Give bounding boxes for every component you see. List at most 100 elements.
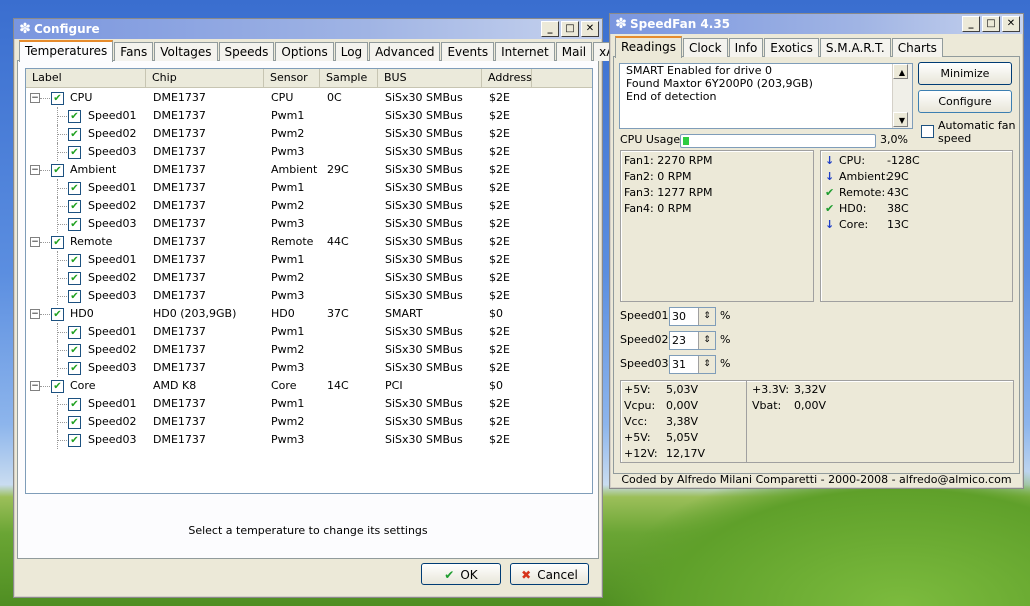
temperature-checkbox[interactable]: ✔ <box>51 380 64 393</box>
cell-bus: SiSx30 SMBus <box>385 235 463 248</box>
column-header-sample[interactable]: Sample <box>320 69 378 87</box>
collapse-icon[interactable]: − <box>30 309 40 319</box>
configure-titlebar[interactable]: ✽ Configure _ □ ✕ <box>14 19 602 39</box>
table-row[interactable]: ✔ Speed01 DME1737 Pwm1 SiSx30 SMBus $2E <box>26 323 592 341</box>
temperature-checkbox[interactable]: ✔ <box>51 308 64 321</box>
table-row[interactable]: ✔ Speed01 DME1737 Pwm1 SiSx30 SMBus $2E <box>26 107 592 125</box>
ok-button[interactable]: ✔ OK <box>421 563 501 585</box>
speed-checkbox[interactable]: ✔ <box>68 398 81 411</box>
tab-fans[interactable]: Fans <box>114 42 154 61</box>
speed-checkbox[interactable]: ✔ <box>68 416 81 429</box>
tab-s-m-a-r-t[interactable]: S.M.A.R.T. <box>819 38 891 57</box>
table-row[interactable]: ✔ Speed02 DME1737 Pwm2 SiSx30 SMBus $2E <box>26 269 592 287</box>
speed-stepper[interactable]: 30 ⇕ <box>669 307 716 326</box>
table-row[interactable]: − ✔ CPU DME1737 CPU 0C SiSx30 SMBus $2E <box>26 89 592 107</box>
collapse-icon[interactable]: − <box>30 93 40 103</box>
row-label: Speed02 <box>88 199 137 212</box>
fan-icon: ✽ <box>615 16 627 32</box>
tab-charts[interactable]: Charts <box>891 38 943 57</box>
cell-sensor: Ambient <box>271 163 318 176</box>
speed-checkbox[interactable]: ✔ <box>68 362 81 375</box>
tab-advanced[interactable]: Advanced <box>369 42 441 61</box>
table-row[interactable]: ✔ Speed03 DME1737 Pwm3 SiSx30 SMBus $2E <box>26 143 592 161</box>
speed-checkbox[interactable]: ✔ <box>68 110 81 123</box>
table-row[interactable]: ✔ Speed02 DME1737 Pwm2 SiSx30 SMBus $2E <box>26 413 592 431</box>
speed-checkbox[interactable]: ✔ <box>68 272 81 285</box>
speed-checkbox[interactable]: ✔ <box>68 434 81 447</box>
close-button[interactable]: ✕ <box>581 21 599 37</box>
table-row[interactable]: − ✔ Remote DME1737 Remote 44C SiSx30 SMBus $2E <box>26 233 592 251</box>
tab-internet[interactable]: Internet <box>495 42 555 61</box>
cell-chip: DME1737 <box>153 361 206 374</box>
tab-clock[interactable]: Clock <box>682 38 728 57</box>
collapse-icon[interactable]: − <box>30 381 40 391</box>
scroll-down-icon[interactable]: ▼ <box>893 112 908 127</box>
table-row[interactable]: ✔ Speed03 DME1737 Pwm3 SiSx30 SMBus $2E <box>26 287 592 305</box>
collapse-icon[interactable]: − <box>30 237 40 247</box>
spin-arrows-icon[interactable]: ⇕ <box>698 308 715 325</box>
event-log[interactable]: SMART Enabled for drive 0 Found Maxtor 6Y… <box>619 63 913 129</box>
table-row[interactable]: ✔ Speed01 DME1737 Pwm1 SiSx30 SMBus $2E <box>26 395 592 413</box>
temperature-checkbox[interactable]: ✔ <box>51 236 64 249</box>
speed-stepper[interactable]: 23 ⇕ <box>669 331 716 350</box>
voltage-label: +5V: <box>624 383 651 396</box>
tree-line <box>40 386 50 387</box>
speed-stepper[interactable]: 31 ⇕ <box>669 355 716 374</box>
spin-arrows-icon[interactable]: ⇕ <box>698 356 715 373</box>
speed-checkbox[interactable]: ✔ <box>68 326 81 339</box>
tab-speeds[interactable]: Speeds <box>218 42 275 61</box>
maximize-button[interactable]: □ <box>561 21 579 37</box>
scroll-up-icon[interactable]: ▲ <box>893 64 908 79</box>
speed-checkbox[interactable]: ✔ <box>68 200 81 213</box>
tab-temperatures[interactable]: Temperatures <box>19 40 114 62</box>
table-row[interactable]: ✔ Speed03 DME1737 Pwm3 SiSx30 SMBus $2E <box>26 215 592 233</box>
speed-checkbox[interactable]: ✔ <box>68 182 81 195</box>
table-row[interactable]: ✔ Speed01 DME1737 Pwm1 SiSx30 SMBus $2E <box>26 179 592 197</box>
temperature-checkbox[interactable]: ✔ <box>51 164 64 177</box>
speedfan-titlebar[interactable]: ✽ SpeedFan 4.35 _ □ ✕ <box>610 14 1023 34</box>
table-row[interactable]: ✔ Speed02 DME1737 Pwm2 SiSx30 SMBus $2E <box>26 197 592 215</box>
speed-checkbox[interactable]: ✔ <box>68 290 81 303</box>
minimize-app-button[interactable]: Minimize <box>918 62 1012 85</box>
configure-button[interactable]: Configure <box>918 90 1012 113</box>
spin-arrows-icon[interactable]: ⇕ <box>698 332 715 349</box>
column-header-sensor[interactable]: Sensor <box>264 69 320 87</box>
table-row[interactable]: − ✔ HD0 HD0 (203,9GB) HD0 37C SMART $0 <box>26 305 592 323</box>
tab-info[interactable]: Info <box>728 38 764 57</box>
speed-checkbox[interactable]: ✔ <box>68 218 81 231</box>
table-row[interactable]: ✔ Speed02 DME1737 Pwm2 SiSx30 SMBus $2E <box>26 341 592 359</box>
minimize-button[interactable]: _ <box>962 16 980 32</box>
table-row[interactable]: − ✔ Ambient DME1737 Ambient 29C SiSx30 SMBus $2… <box>26 161 592 179</box>
table-row[interactable]: ✔ Speed01 DME1737 Pwm1 SiSx30 SMBus $2E <box>26 251 592 269</box>
auto-fan-checkbox[interactable] <box>921 125 934 138</box>
tab-exotics[interactable]: Exotics <box>764 38 819 57</box>
minimize-button[interactable]: _ <box>541 21 559 37</box>
tab-options[interactable]: Options <box>275 42 334 61</box>
column-header-address[interactable]: Address <box>482 69 532 87</box>
table-row[interactable]: ✔ Speed03 DME1737 Pwm3 SiSx30 SMBus $2E <box>26 431 592 449</box>
table-row[interactable]: ✔ Speed02 DME1737 Pwm2 SiSx30 SMBus $2E <box>26 125 592 143</box>
column-header-label[interactable]: Label <box>26 69 146 87</box>
tab-log[interactable]: Log <box>334 42 369 61</box>
speed-checkbox[interactable]: ✔ <box>68 344 81 357</box>
log-scrollbar[interactable]: ▲ ▼ <box>892 64 912 128</box>
tab-readings[interactable]: Readings <box>615 36 682 58</box>
temperatures-tree[interactable]: Label Chip Sensor Sample BUS Address − ✔ CPU DME… <box>25 68 593 494</box>
cell-sample: 0C <box>327 91 342 104</box>
column-header-chip[interactable]: Chip <box>146 69 264 87</box>
table-row[interactable]: ✔ Speed03 DME1737 Pwm3 SiSx30 SMBus $2E <box>26 359 592 377</box>
tab-mail[interactable]: Mail <box>555 42 593 61</box>
speed-checkbox[interactable]: ✔ <box>68 254 81 267</box>
speed-checkbox[interactable]: ✔ <box>68 128 81 141</box>
temperature-checkbox[interactable]: ✔ <box>51 92 64 105</box>
column-header-bus[interactable]: BUS <box>378 69 482 87</box>
tab-voltages[interactable]: Voltages <box>154 42 218 61</box>
cancel-button[interactable]: ✖ Cancel <box>510 563 589 585</box>
tab-events[interactable]: Events <box>441 42 495 61</box>
speed-checkbox[interactable]: ✔ <box>68 146 81 159</box>
maximize-button[interactable]: □ <box>982 16 1000 32</box>
collapse-icon[interactable]: − <box>30 165 40 175</box>
close-button[interactable]: ✕ <box>1002 16 1020 32</box>
cell-chip: HD0 (203,9GB) <box>153 307 237 320</box>
table-row[interactable]: − ✔ Core AMD K8 Core 14C PCI $0 <box>26 377 592 395</box>
